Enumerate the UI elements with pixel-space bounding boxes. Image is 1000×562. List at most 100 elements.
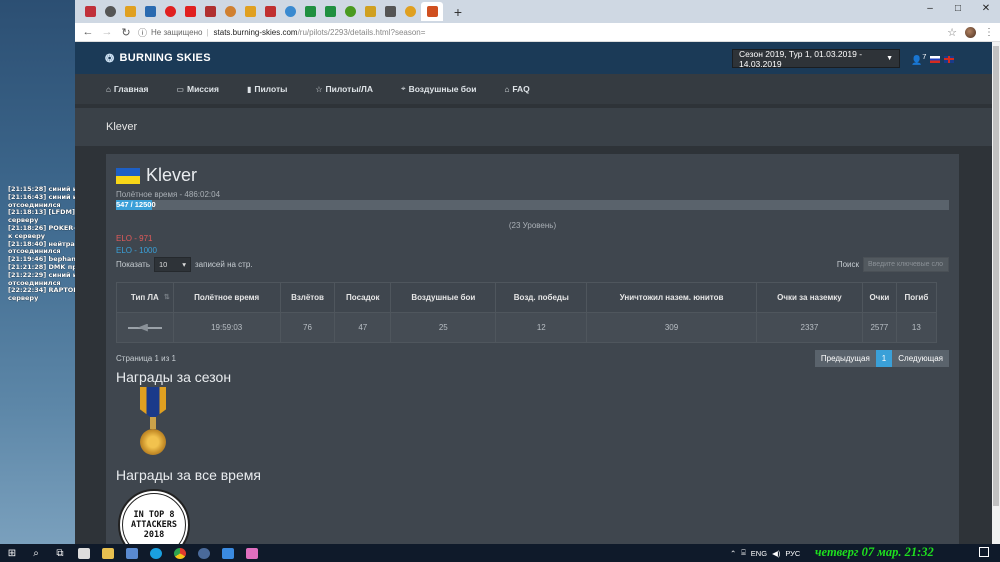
chrome-icon[interactable] (168, 544, 192, 562)
reload-icon[interactable]: ↻ (119, 25, 133, 39)
column-header[interactable]: Уничтожил назем. юнитов (586, 282, 757, 313)
tab[interactable] (201, 2, 220, 21)
column-header[interactable]: Взлётов (279, 282, 336, 313)
tab[interactable] (381, 2, 400, 21)
tab[interactable] (341, 2, 360, 21)
app-icon-3[interactable] (240, 544, 264, 562)
notification-icon[interactable] (979, 547, 989, 557)
tray-chevron-icon[interactable]: ⌃ (730, 549, 736, 558)
tab[interactable] (361, 2, 380, 21)
column-header[interactable]: Очки за наземку (755, 282, 864, 313)
minimize-button[interactable]: – (916, 0, 944, 16)
column-header[interactable]: Погиб (895, 282, 938, 313)
column-header[interactable]: Полётное время (172, 282, 281, 313)
tab[interactable] (81, 2, 100, 21)
page-1-button[interactable]: 1 (875, 350, 893, 367)
menu-kebab-icon[interactable]: ⋮ (984, 27, 994, 38)
column-header[interactable]: Воздушные бои (390, 282, 497, 313)
tab[interactable] (241, 2, 260, 21)
language-indicator[interactable]: РУС (785, 549, 800, 558)
medal-icon (136, 387, 172, 465)
level-progress-bar: 547 / 12500 (116, 200, 949, 210)
search-icon[interactable]: ⌕ (24, 544, 48, 562)
table-cell: 13 (895, 312, 938, 343)
tab[interactable] (221, 2, 240, 21)
menu-item-label: Миссия (186, 84, 219, 94)
url-input[interactable]: ⓘ Не защищено | stats.burning-skies.com/… (138, 25, 947, 40)
menu-item-2[interactable]: ▮ Пилоты (247, 84, 287, 94)
info-icon[interactable]: ⓘ (138, 26, 147, 39)
file-explorer-icon[interactable] (96, 544, 120, 562)
calculator-icon[interactable] (72, 544, 96, 562)
tab[interactable] (401, 2, 420, 21)
app-icon-2[interactable] (216, 544, 240, 562)
column-header[interactable]: Очки (862, 282, 897, 313)
next-page-button[interactable]: Следующая (892, 350, 949, 367)
forward-arrow-icon[interactable]: → (100, 25, 114, 39)
column-header-label: Очки за наземку (777, 293, 842, 302)
tab[interactable] (301, 2, 320, 21)
page-size-value: 10 (159, 260, 168, 269)
menu-item-3[interactable]: ☆ Пилоты/ЛА (315, 84, 373, 94)
users-icon[interactable]: 👤7 (911, 52, 926, 66)
menu-item-0[interactable]: ⌂ Главная (106, 84, 148, 94)
table-row[interactable]: 19:59:03 76 47 25 12 309 2337 2577 13 (116, 312, 938, 343)
brand-logo[interactable]: ❂ BURNING SKIES (105, 52, 211, 65)
windows-start-icon[interactable]: ⊞ (0, 544, 24, 562)
tab[interactable] (141, 2, 160, 21)
top-attackers-badge: IN TOP 8 ATTACKERS 2018 (118, 489, 190, 544)
back-arrow-icon[interactable]: ← (81, 25, 95, 39)
avatar[interactable] (965, 26, 976, 38)
tab[interactable] (161, 2, 180, 21)
season-value: Сезон 2019, Тур 1, 01.03.2019 - 14.03.20… (739, 48, 863, 69)
skype-icon[interactable] (144, 544, 168, 562)
show-prefix: Показать (116, 260, 151, 269)
browser-window: + – □ ✕ ← → ↻ ⓘ Не защищено | stats.burn… (75, 0, 1000, 544)
url-text: stats.burning-skies.com/ru/pilots/2293/d… (214, 28, 426, 37)
uk-flag-icon[interactable] (944, 55, 955, 63)
russian-flag-icon[interactable] (930, 55, 941, 63)
ukraine-flag-icon (116, 167, 140, 184)
page-scrollbar[interactable] (992, 42, 1000, 544)
home-icon: ⌂ (504, 84, 510, 94)
maximize-button[interactable]: □ (944, 0, 972, 16)
scrollbar-thumb[interactable] (993, 46, 999, 506)
column-header[interactable]: Возд. победы (495, 282, 588, 313)
menu-item-5[interactable]: ⌂ FAQ (504, 84, 529, 94)
tab[interactable] (281, 2, 300, 21)
new-tab-button[interactable]: + (450, 4, 466, 20)
taskbar: ⊞ ⌕ ⧉ ⌃ ⌸ ENG ◀) РУС четверг 07 мар. 21:… (0, 544, 1000, 562)
caret-down-icon: ▼ (886, 55, 893, 62)
wrench-icon (225, 6, 236, 17)
table-cell: 2337 (755, 312, 864, 343)
close-button[interactable]: ✕ (972, 0, 1000, 16)
tab[interactable] (121, 2, 140, 21)
column-header[interactable]: Посадок (334, 282, 392, 313)
search-input[interactable]: Введите ключевые сло (863, 257, 949, 272)
column-header[interactable]: Тип ЛА ⇅ (116, 282, 174, 313)
task-view-icon[interactable]: ⧉ (48, 544, 72, 562)
tab[interactable] (321, 2, 340, 21)
menu-item-1[interactable]: ▭ Миссия (176, 84, 219, 94)
page-size-select[interactable]: 10 ▾ (154, 257, 192, 272)
column-header-label: Взлётов (291, 293, 324, 302)
menu-item-4[interactable]: ⌖ Воздушные бои (401, 84, 476, 94)
table-footer: Страница 1 из 1 Предыдущая 1 Следующая (116, 350, 949, 367)
app-icon[interactable] (192, 544, 216, 562)
tab[interactable] (101, 2, 120, 21)
bookmark-icon (245, 6, 256, 17)
column-header-label: Воздушные бои (411, 293, 476, 302)
clock[interactable]: четверг 07 мар. 21:32 (815, 545, 934, 560)
tab-active[interactable] (421, 2, 443, 21)
tab[interactable] (181, 2, 200, 21)
tab[interactable] (261, 2, 280, 21)
network-icon[interactable]: ⌸ (741, 548, 746, 558)
volume-icon[interactable]: ◀) (772, 549, 780, 558)
mail-icon[interactable] (120, 544, 144, 562)
pilot-title: Klever (116, 165, 949, 186)
prev-page-button[interactable]: Предыдущая (814, 350, 876, 367)
season-select[interactable]: Сезон 2019, Тур 1, 01.03.2019 - 14.03.20… (732, 48, 900, 69)
menu-item-label: Главная (113, 84, 149, 94)
menu-item-label: Пилоты/ЛА (325, 84, 374, 94)
bookmark-star-icon[interactable]: ☆ (947, 26, 957, 39)
